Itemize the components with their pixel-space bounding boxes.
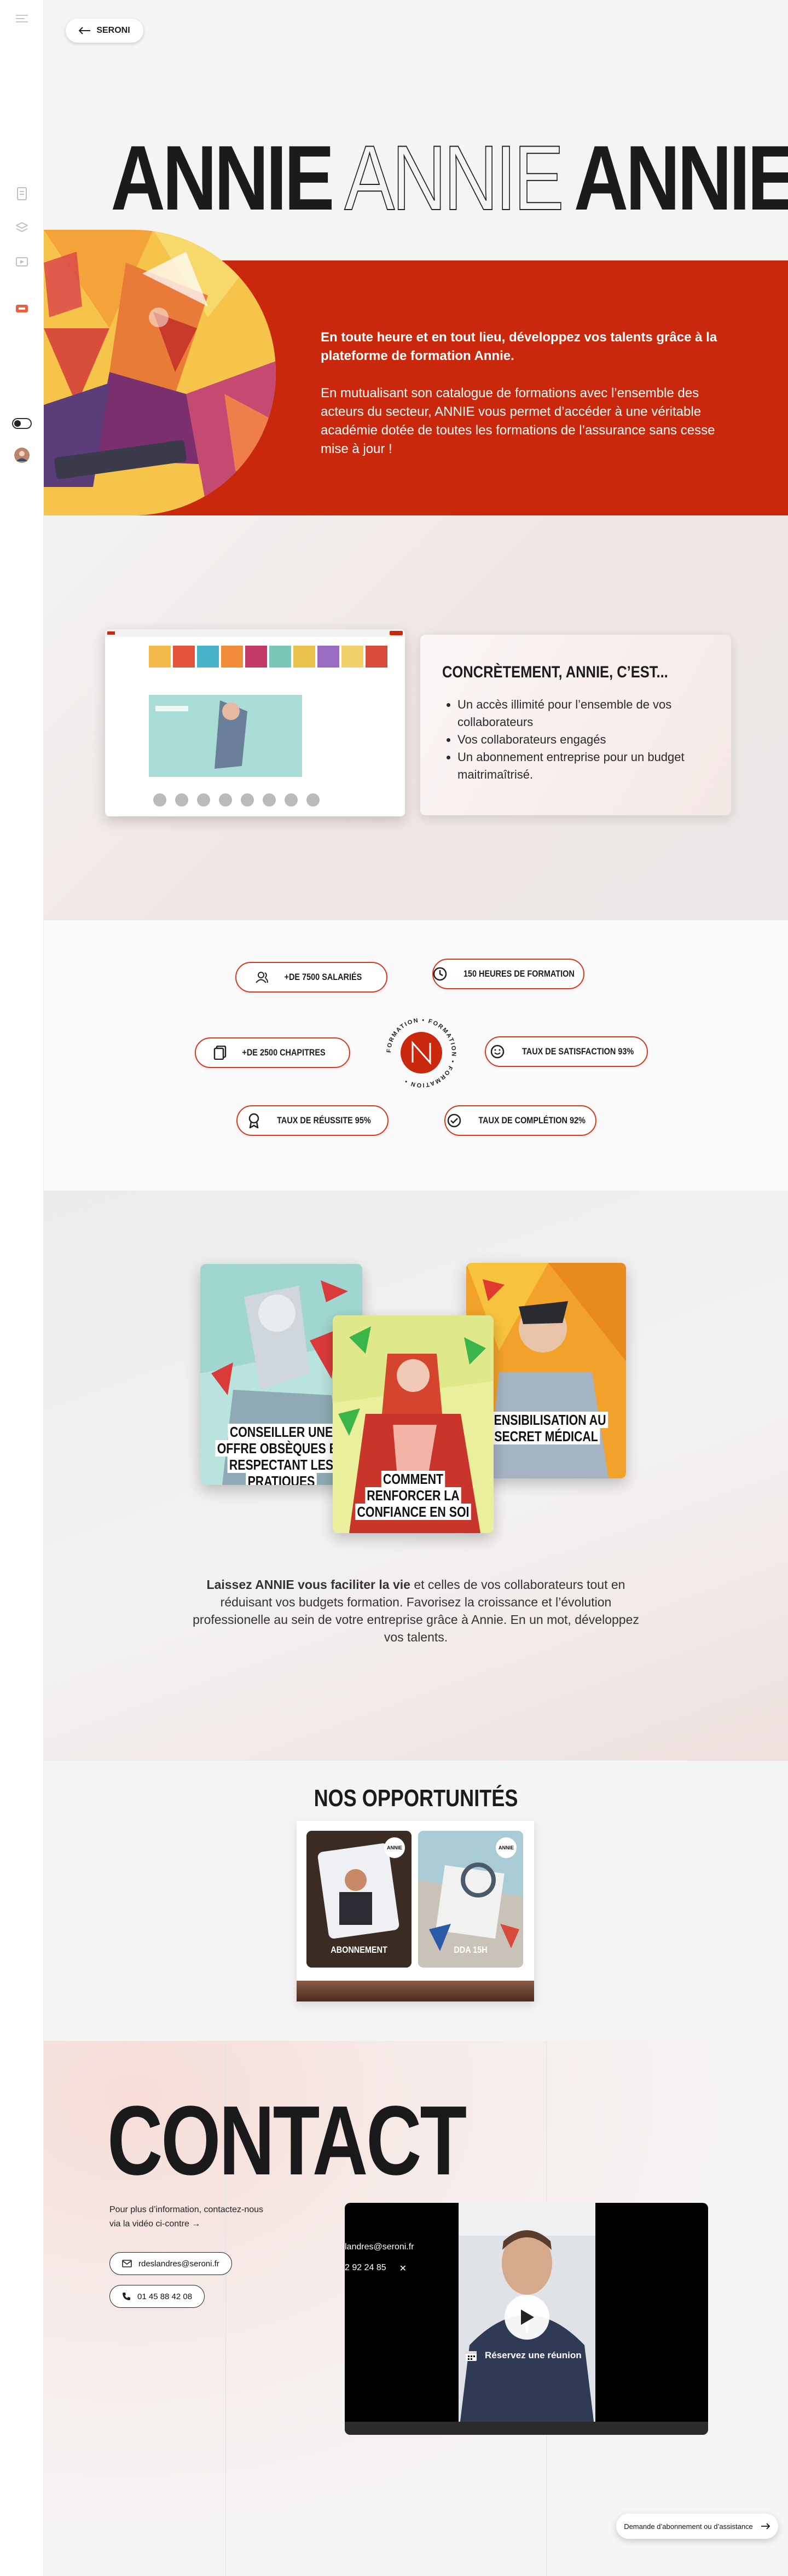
shelf-base [297,1981,534,2001]
phone-icon [123,2293,130,2300]
stat-salaries: +DE 7500 SALARIÉS [235,962,387,993]
opportunity-label: ABONNEMENT [331,1945,387,1955]
close-icon[interactable]: ✕ [399,2263,407,2274]
phone-label: 01 45 88 42 08 [137,2291,193,2301]
course-card[interactable]: COMMENT RENFORCER LA CONFIANCE EN SOI [333,1315,494,1533]
concrete-title: CONCRÈTEMENT, ANNIE, C’EST... [442,663,668,681]
stat-heures: 150 HEURES DE FORMATION [432,959,584,989]
list-item: Vos collaborateurs engagés [457,731,709,749]
opportunity-label: DDA 15H [454,1945,488,1955]
hero-title: ANNIE ANNIE ANNIE [111,126,788,230]
course-title: COMMENT RENFORCER LA CONFIANCE EN SOI [347,1471,479,1520]
hero-lead: En toute heure et en tout lieu, développ… [321,330,717,363]
contact-title: CONTACT [107,2086,467,2196]
concrete-card: CONCRÈTEMENT, ANNIE, C’EST... Un accès i… [420,635,731,815]
stat-reussite: TAUX DE RÉUSSITE 95% [236,1105,389,1136]
back-label: SERONI [96,26,130,35]
sidebar [0,0,44,2576]
stat-chapitres: +DE 2500 CHAPITRES [195,1037,350,1068]
meeting-label: Réservez une réunion [485,2350,582,2360]
opportunities-title: NOS OPPORTUNITÉS [314,1785,518,1812]
list-item: Un abonnement entreprise pour un budget … [457,749,709,784]
hero-title-word-outline: ANNIE [344,126,565,230]
book-meeting-button[interactable]: Réservez une réunion [465,2349,582,2362]
stat-label: TAUX DE COMPLÉTION 92% [478,1115,586,1125]
formation-seal: FORMATION • FORMATION • FORMATION • [383,1014,460,1091]
hero-text: En toute heure et en tout lieu, développ… [321,328,718,459]
calendar-icon [466,2351,477,2361]
smile-icon [489,1043,506,1060]
phone-button[interactable]: 01 45 88 42 08 [109,2285,205,2308]
intro-text: Laissez ANNIE vous faciliter la vie et c… [186,1576,646,1646]
toggle-icon[interactable] [11,416,33,431]
play-button[interactable] [505,2295,549,2340]
document-icon[interactable] [14,186,30,201]
medal-icon [246,1112,262,1129]
course-title: SENSIBILISATION AU SECRET MÉDICAL [480,1412,611,1444]
menu-icon[interactable] [14,11,30,26]
list-item: Un accès illimité pour l’ensemble de vos… [457,696,709,731]
hero-body: En mutualisant son catalogue de formatio… [321,386,715,456]
arrow-left-icon [79,27,91,34]
contact-video[interactable]: landres@seroni.fr 2 92 24 85 ✕ Réservez … [345,2203,708,2435]
hero-title-word: ANNIE [111,126,334,229]
contact-text[interactable]: Pour plus d’information, contactez-nous … [109,2203,274,2231]
clock-icon [433,966,447,982]
check-circle-icon [446,1112,462,1129]
stat-label: +DE 7500 SALARIÉS [284,972,362,982]
documents-icon [212,1045,228,1061]
course-title: CONSEILLER UNE OFFRE OBSÈQUES EN RESPECT… [215,1424,348,1485]
back-button[interactable]: SERONI [66,19,143,43]
opportunities-shelf: ANNIE ABONNEMENT ANNIE DDA 15H [297,1821,534,2001]
opportunity-card[interactable]: ANNIE DDA 15H [418,1831,523,1968]
avatar[interactable] [14,448,30,463]
stat-completion: TAUX DE COMPLÉTION 92% [444,1105,596,1136]
shop-icon[interactable] [14,301,30,316]
video-email-fragment: landres@seroni.fr [345,2242,414,2252]
users-icon [254,969,271,985]
stat-label: +DE 2500 CHAPITRES [242,1047,326,1058]
intro-bold: Laissez ANNIE vous faciliter la vie [206,1577,410,1592]
concrete-list: Un accès illimité pour l’ensemble de vos… [442,696,709,784]
video-phone-fragment: 2 92 24 85 [345,2263,386,2272]
email-label: rdeslandres@seroni.fr [138,2259,219,2268]
stat-label: TAUX DE SATISFACTION 93% [522,1046,634,1057]
platform-screenshot [105,629,405,816]
stat-label: TAUX DE RÉUSSITE 95% [277,1115,371,1125]
annie-badge: ANNIE [384,1837,405,1858]
layers-icon[interactable] [14,220,30,235]
stat-label: 150 HEURES DE FORMATION [463,968,575,979]
opportunity-card[interactable]: ANNIE ABONNEMENT [306,1831,412,1968]
help-label: Demande d’abonnement ou d’assistance [624,2522,753,2531]
email-button[interactable]: rdeslandres@seroni.fr [109,2252,232,2275]
arrow-right-icon [761,2523,770,2529]
media-icon[interactable] [14,254,30,269]
video-phone-row: 2 92 24 85 ✕ [345,2263,407,2274]
stat-satisfaction: TAUX DE SATISFACTION 93% [485,1036,648,1067]
hero-title-word: ANNIE [573,126,788,229]
video-progress-bar[interactable] [345,2422,708,2435]
help-request-button[interactable]: Demande d’abonnement ou d’assistance [616,2514,778,2539]
annie-badge: ANNIE [496,1837,517,1858]
mail-icon [122,2260,132,2267]
play-icon [521,2310,534,2325]
